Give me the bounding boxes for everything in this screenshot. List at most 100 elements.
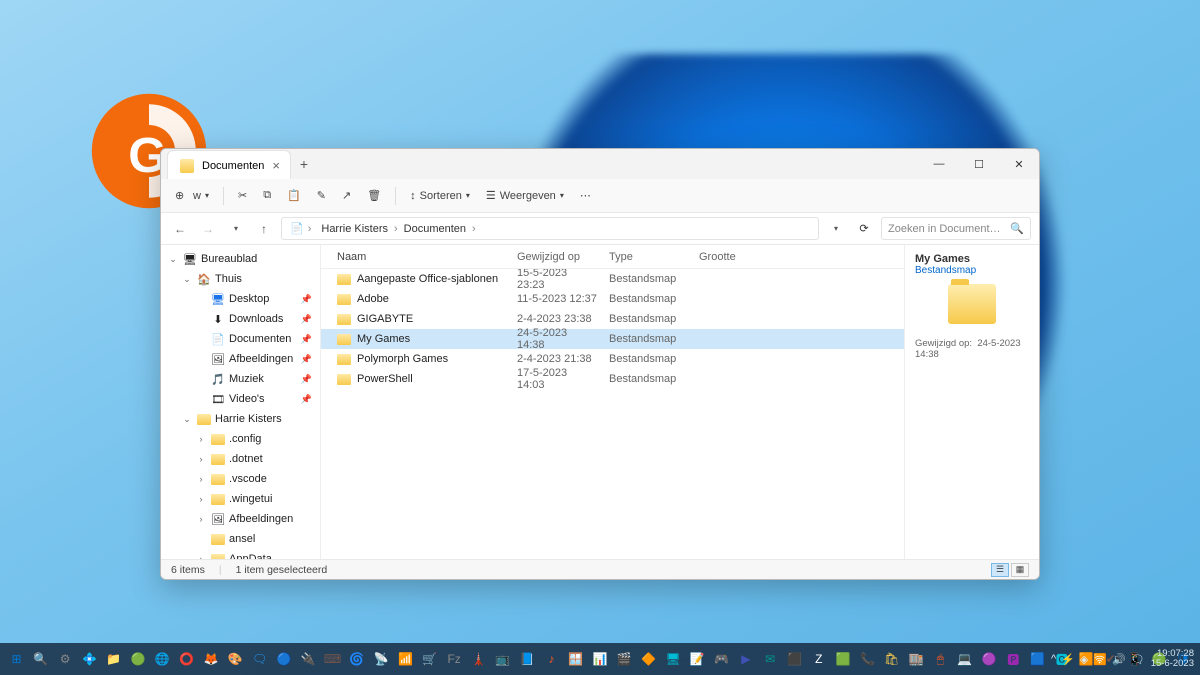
col-size[interactable]: Grootte <box>693 251 753 263</box>
crumb-2[interactable]: Documenten <box>400 221 470 237</box>
titlebar[interactable]: Documenten × + — ☐ ✕ <box>161 149 1039 179</box>
taskbar-app-icon[interactable]: 💠 <box>79 648 100 670</box>
sidebar-item[interactable]: 🎵Muziek📌 <box>161 369 320 389</box>
taskbar-app-icon[interactable]: 🔵 <box>273 648 294 670</box>
table-row[interactable]: Adobe11-5-2023 12:37Bestandsmap <box>321 289 904 309</box>
tray-icon[interactable]: 🛜 <box>1093 653 1107 666</box>
sidebar-item[interactable]: ⬇Downloads📌 <box>161 309 320 329</box>
taskbar-app-icon[interactable]: ⭕ <box>176 648 197 670</box>
system-tray[interactable]: ^ ⚡ ◈ 🛜 🔊 🗨 19:07:28 15-6-2023 <box>1051 643 1194 675</box>
sidebar-item[interactable]: 🖥Desktop📌 <box>161 289 320 309</box>
twisty-icon[interactable]: › <box>195 494 207 504</box>
taskbar-app-icon[interactable]: 🛍 <box>881 648 902 670</box>
clock[interactable]: 19:07:28 15-6-2023 <box>1151 649 1194 670</box>
copy-button[interactable]: ⧉ <box>257 185 277 206</box>
taskbar-app-icon[interactable]: 🦊 <box>200 648 221 670</box>
view-grid-button[interactable]: ▦ <box>1011 563 1029 577</box>
table-row[interactable]: My Games24-5-2023 14:38Bestandsmap <box>321 329 904 349</box>
view-details-button[interactable]: ☰ <box>991 563 1009 577</box>
search-input[interactable]: Zoeken in Document…🔍 <box>881 217 1031 240</box>
tray-icon[interactable]: ⚡ <box>1061 653 1075 666</box>
dropdown-history-icon[interactable]: ▾ <box>825 224 847 233</box>
more-button[interactable]: ⋯ <box>574 185 597 206</box>
sidebar-item[interactable]: 📄Documenten📌 <box>161 329 320 349</box>
tray-icon[interactable]: 🔊 <box>1112 653 1126 666</box>
taskbar-app-icon[interactable]: 🟦 <box>1027 648 1048 670</box>
paste-button[interactable]: 📋 <box>281 185 307 206</box>
sidebar-item[interactable]: ⌄Harrie Kisters <box>161 409 320 429</box>
close-button[interactable]: ✕ <box>999 149 1039 179</box>
sidebar-item[interactable]: ›.wingetui <box>161 489 320 509</box>
sidebar-item[interactable]: ›.config <box>161 429 320 449</box>
taskbar-app-icon[interactable]: ✉ <box>760 648 781 670</box>
sidebar-item[interactable]: ⌄🏠Thuis <box>161 269 320 289</box>
tray-icon[interactable]: 🗨 <box>1131 653 1145 666</box>
taskbar-app-icon[interactable]: 🛒 <box>419 648 440 670</box>
close-tab-icon[interactable]: × <box>272 158 280 173</box>
rename-button[interactable]: ✎ <box>311 185 332 206</box>
taskbar-app-icon[interactable]: 💻 <box>954 648 975 670</box>
sidebar-item[interactable]: ansel <box>161 529 320 549</box>
minimize-button[interactable]: — <box>919 149 959 179</box>
col-modified[interactable]: Gewijzigd op <box>511 251 603 263</box>
table-row[interactable]: PowerShell17-5-2023 14:03Bestandsmap <box>321 369 904 389</box>
recent-button[interactable]: ▾ <box>225 224 247 233</box>
taskbar-app-icon[interactable]: Z <box>808 648 829 670</box>
taskbar-app-icon[interactable]: 📞 <box>857 648 878 670</box>
table-row[interactable]: Polymorph Games2-4-2023 21:38Bestandsmap <box>321 349 904 369</box>
taskbar-app-icon[interactable]: 📁 <box>103 648 124 670</box>
forward-button[interactable]: → <box>197 222 219 236</box>
taskbar-app-icon[interactable]: 🖱 <box>930 648 951 670</box>
sidebar-item[interactable]: ›.vscode <box>161 469 320 489</box>
taskbar-app-icon[interactable]: ⬛ <box>784 648 805 670</box>
new-tab-button[interactable]: + <box>291 156 317 172</box>
taskbar-app-icon[interactable]: ♪ <box>541 648 562 670</box>
taskbar-app-icon[interactable]: 📝 <box>687 648 708 670</box>
tab-documenten[interactable]: Documenten × <box>167 150 291 180</box>
tray-icon[interactable]: ^ <box>1051 653 1056 665</box>
taskbar-app-icon[interactable]: ⊞ <box>6 648 27 670</box>
table-row[interactable]: GIGABYTE2-4-2023 23:38Bestandsmap <box>321 309 904 329</box>
taskbar-app-icon[interactable]: 🗼 <box>468 648 489 670</box>
sidebar-item[interactable]: ⌄🖥Bureaublad <box>161 249 320 269</box>
cut-button[interactable]: ✂ <box>232 185 253 206</box>
twisty-icon[interactable]: › <box>195 454 207 464</box>
delete-button[interactable]: 🗑 <box>361 185 387 206</box>
taskbar-app-icon[interactable]: 🖥 <box>662 648 683 670</box>
taskbar-app-icon[interactable]: 🔍 <box>30 648 51 670</box>
col-name[interactable]: Naam <box>331 251 511 263</box>
taskbar-app-icon[interactable]: 🎮 <box>711 648 732 670</box>
twisty-icon[interactable]: ⌄ <box>181 274 193 285</box>
back-button[interactable]: ← <box>169 222 191 236</box>
crumb-root-icon[interactable]: 📄 › <box>286 220 315 237</box>
taskbar-app-icon[interactable]: 📶 <box>395 648 416 670</box>
col-type[interactable]: Type <box>603 251 693 263</box>
sidebar[interactable]: ⌄🖥Bureaublad⌄🏠Thuis🖥Desktop📌⬇Downloads📌📄… <box>161 245 321 559</box>
column-headers[interactable]: Naam Gewijzigd op Type Grootte <box>321 245 904 269</box>
taskbar-app-icon[interactable]: 🔌 <box>298 648 319 670</box>
taskbar-app-icon[interactable]: 🅿 <box>1003 648 1024 670</box>
taskbar-app-icon[interactable]: 🎨 <box>225 648 246 670</box>
taskbar-app-icon[interactable]: ▶ <box>735 648 756 670</box>
breadcrumb[interactable]: 📄 › Harrie Kisters› Documenten› <box>281 217 819 240</box>
sidebar-item[interactable]: 🎞Video's📌 <box>161 389 320 409</box>
up-button[interactable]: ↑ <box>253 222 275 236</box>
taskbar-app-icon[interactable]: 🟢 <box>127 648 148 670</box>
tray-icon[interactable]: ◈ <box>1080 653 1088 666</box>
twisty-icon[interactable]: › <box>195 474 207 484</box>
taskbar-app-icon[interactable]: 🟩 <box>832 648 853 670</box>
taskbar-app-icon[interactable]: 🌀 <box>346 648 367 670</box>
taskbar-app-icon[interactable]: 🎬 <box>614 648 635 670</box>
taskbar[interactable]: ⊞🔍⚙💠📁🟢🌐⭕🦊🎨🗨🔵🔌⌨🌀📡📶🛒Fz🗼📺📘♪🪟📊🎬🔶🖥📝🎮▶✉⬛Z🟩📞🛍🏬🖱… <box>0 643 1200 675</box>
taskbar-app-icon[interactable]: 🔶 <box>638 648 659 670</box>
taskbar-app-icon[interactable]: 📺 <box>492 648 513 670</box>
sidebar-item[interactable]: ›🖼Afbeeldingen <box>161 509 320 529</box>
taskbar-app-icon[interactable]: 📊 <box>589 648 610 670</box>
taskbar-app-icon[interactable]: Fz <box>443 648 464 670</box>
view-button[interactable]: ☰Weergeven ▾ <box>480 185 570 206</box>
taskbar-app-icon[interactable]: ⚙ <box>54 648 75 670</box>
sort-button[interactable]: ↕Sorteren ▾ <box>404 186 476 206</box>
share-button[interactable]: ↗ <box>336 185 357 206</box>
twisty-icon[interactable]: ⌄ <box>167 254 179 265</box>
table-row[interactable]: Aangepaste Office-sjablonen15-5-2023 23:… <box>321 269 904 289</box>
